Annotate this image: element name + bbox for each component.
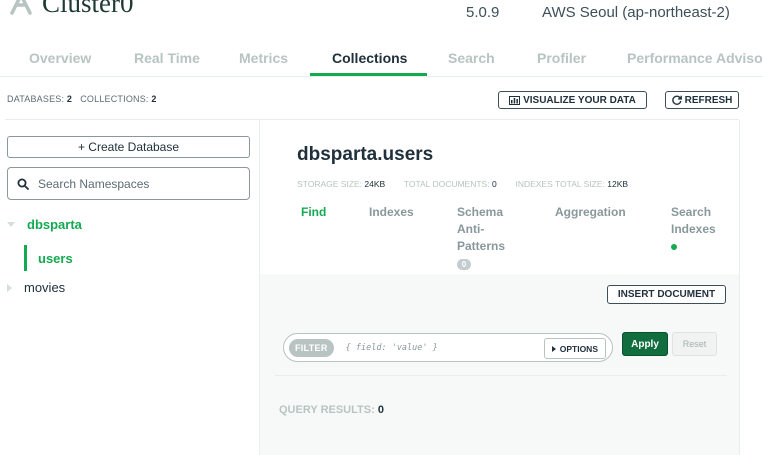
total-documents-label: TOTAL DOCUMENTS: [403, 179, 490, 189]
subtab-search-indexes[interactable]: Search Indexes [671, 204, 716, 255]
cluster-name: Cluster0 [42, 0, 134, 18]
apply-button[interactable]: Apply [622, 332, 668, 356]
cluster-title: Cluster0 [8, 0, 134, 19]
tab-search[interactable]: Search [448, 50, 495, 66]
content-right-border [739, 120, 740, 455]
count-badge: 0 [457, 259, 471, 270]
refresh-icon [671, 95, 682, 105]
sidebar-collection-users[interactable]: users [38, 251, 73, 266]
collections-count: 2 [151, 94, 157, 104]
query-results-count: 0 [377, 404, 384, 416]
subtab-label-line: Patterns [457, 239, 506, 253]
subtab-label-line: Anti- [457, 222, 485, 236]
cluster-icon [10, 0, 32, 15]
tab-real-time[interactable]: Real Time [134, 50, 200, 66]
subtab-label-line: Schema [457, 205, 504, 219]
subtab-aggregation[interactable]: Aggregation [555, 204, 626, 221]
subtab-label-line: Indexes [671, 222, 716, 236]
options-label: OPTIONS [559, 343, 598, 354]
subtab-find[interactable]: Find [301, 204, 326, 221]
reset-button[interactable]: Reset [672, 332, 717, 356]
filter-input[interactable] [343, 341, 538, 354]
refresh-button[interactable]: REFRESH [665, 91, 739, 109]
subtab-label-line: Search [671, 205, 712, 219]
sidebar-db-dbsparta[interactable]: dbsparta [7, 217, 82, 232]
panel-divider [275, 375, 727, 376]
indexes-size-label: INDEXES TOTAL SIZE: [515, 179, 605, 189]
cluster-tabs: Overview Real Time Metrics Collections S… [6, 50, 763, 76]
db-name: movies [24, 280, 66, 295]
collection-stats: STORAGE SIZE: 24KB TOTAL DOCUMENTS: 0 IN… [297, 179, 628, 189]
caret-down-icon [7, 222, 15, 227]
create-database-button[interactable]: + Create Database [7, 136, 250, 158]
insert-document-button[interactable]: INSERT DOCUMENT [607, 285, 726, 304]
filter-bar: FILTER OPTIONS [283, 333, 613, 362]
db-name: dbsparta [27, 217, 82, 232]
tab-performance-advisor[interactable]: Performance Advisor [627, 50, 763, 66]
query-results: QUERY RESULTS: 0 [279, 404, 384, 416]
selected-collection-indicator [24, 245, 27, 271]
tabs-divider [0, 76, 763, 77]
subtab-schema-anti-patterns[interactable]: Schema Anti- Patterns 0 [457, 204, 505, 272]
search-icon [17, 178, 29, 190]
bar-chart-icon [509, 95, 521, 105]
filter-pill: FILTER [289, 338, 334, 357]
new-indicator-dot [671, 244, 677, 250]
tab-collections[interactable]: Collections [332, 50, 407, 66]
tab-profiler[interactable]: Profiler [537, 50, 586, 66]
query-results-label: QUERY RESULTS: [279, 404, 375, 416]
visualize-data-button[interactable]: VISUALIZE YOUR DATA [498, 91, 647, 109]
indexes-size-value: 12KB [607, 179, 629, 189]
tab-overview[interactable]: Overview [29, 50, 91, 66]
total-documents-value: 0 [491, 179, 497, 189]
databases-count: 2 [66, 94, 73, 104]
refresh-label: REFRESH [684, 94, 733, 106]
cluster-stats: DATABASES: 2 COLLECTIONS: 2 [7, 94, 157, 104]
triangle-right-icon [551, 345, 556, 352]
search-namespaces-input[interactable] [36, 175, 240, 192]
storage-size-value: 24KB [364, 179, 386, 189]
cluster-region: AWS Seoul (ap-northeast-2) [542, 4, 730, 21]
tab-metrics[interactable]: Metrics [239, 50, 288, 66]
cluster-version: 5.0.9 [466, 4, 500, 21]
namespace-title: dbsparta.users [297, 144, 434, 165]
section-divider [5, 119, 739, 120]
databases-label: DATABASES: [7, 94, 65, 104]
collections-label: COLLECTIONS: [80, 94, 149, 104]
subtab-indexes[interactable]: Indexes [369, 204, 414, 221]
caret-right-icon [7, 283, 12, 292]
storage-size-label: STORAGE SIZE: [297, 179, 363, 189]
options-button[interactable]: OPTIONS [543, 338, 606, 359]
visualize-data-label: VISUALIZE YOUR DATA [523, 94, 636, 106]
search-namespaces-field [7, 167, 250, 200]
sidebar-db-movies[interactable]: movies [7, 280, 65, 295]
